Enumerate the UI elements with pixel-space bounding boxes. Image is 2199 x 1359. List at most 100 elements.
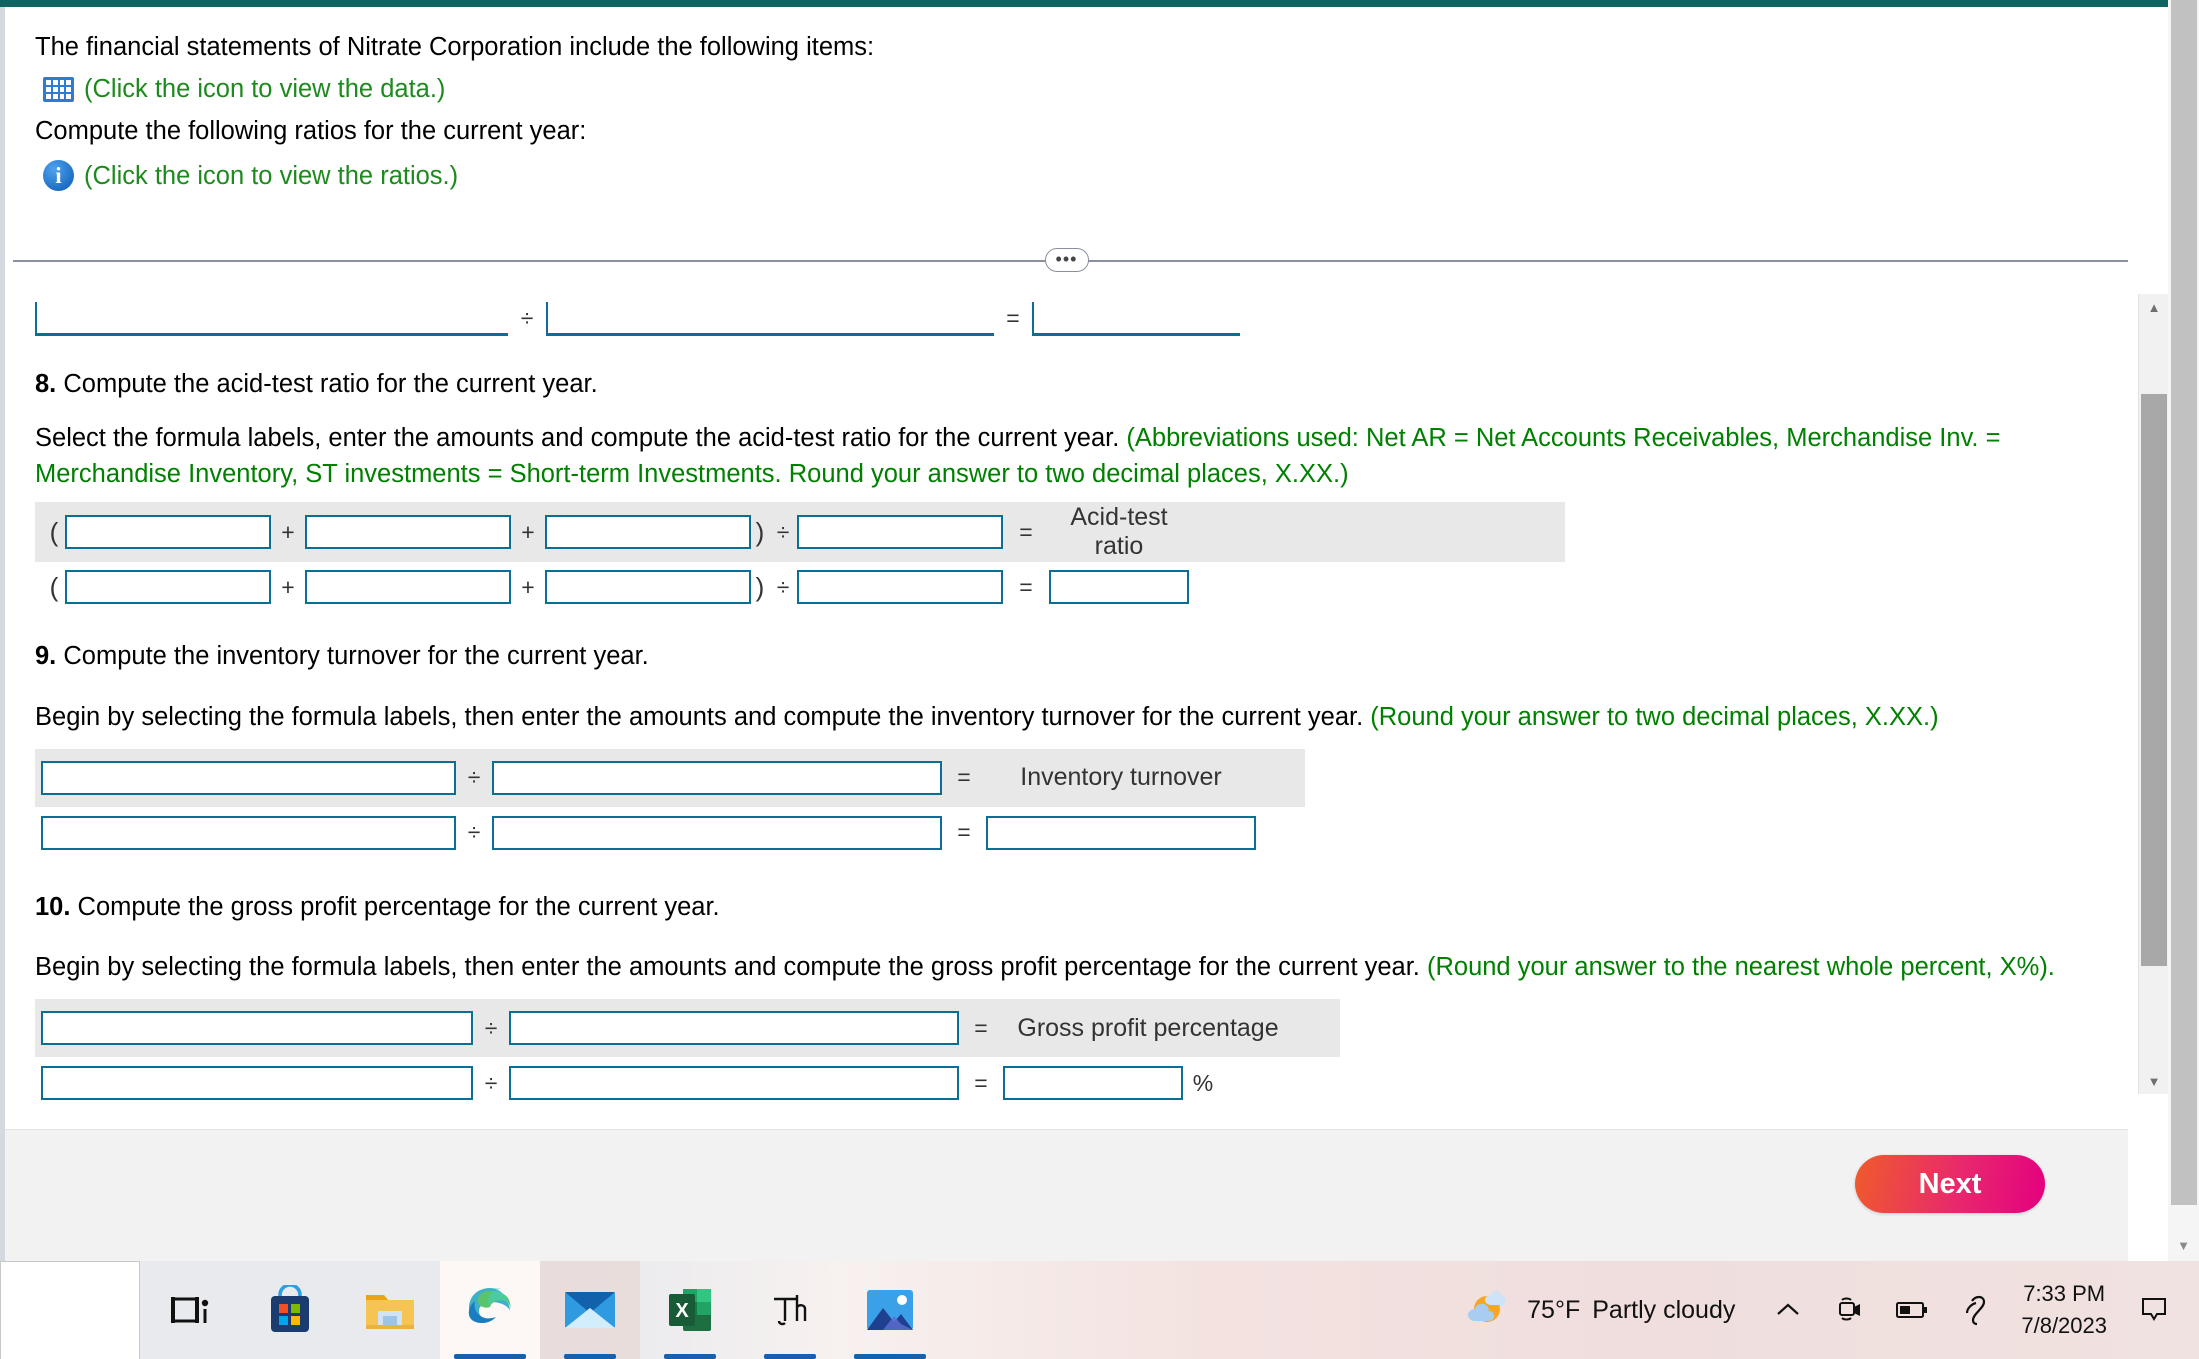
view-ratios-link[interactable]: (Click the icon to view the ratios.) <box>84 158 458 194</box>
taskbar-clock[interactable]: 7:33 PM 7/8/2023 <box>2005 1278 2123 1342</box>
q8-r1-field-4[interactable] <box>797 515 1003 550</box>
q8-r2-result-field[interactable] <box>1049 570 1189 605</box>
taskbar-item-thesaurus[interactable] <box>740 1261 840 1359</box>
operator-percent: % <box>1192 1069 1214 1096</box>
browser-scrollbar[interactable]: ▼ <box>2168 0 2199 1261</box>
operator-divide: ÷ <box>776 518 790 545</box>
weather-temperature: 75°F <box>1527 1295 1581 1324</box>
exercise-content: The financial statements of Nitrate Corp… <box>5 7 2128 1129</box>
operator-lparen: ( <box>49 571 59 602</box>
q8-r1-field-1[interactable] <box>65 515 271 550</box>
q8-r1-field-2[interactable] <box>305 515 511 550</box>
question-8-formula-row-1: ( + + ) ÷ = Acid-test ratio <box>35 502 1565 563</box>
info-circle-icon[interactable]: i <box>43 160 74 192</box>
camera-privacy-indicator[interactable] <box>1819 1295 1881 1325</box>
pen-menu-button[interactable] <box>1943 1293 2005 1327</box>
q8-r1-field-3[interactable] <box>545 515 751 550</box>
operator-divide: ÷ <box>467 819 481 846</box>
top-formula-field-2[interactable] <box>546 301 994 336</box>
gross-profit-percentage-label: Gross profit percentage <box>1017 1013 1279 1042</box>
q8-r2-field-3[interactable] <box>545 570 751 605</box>
notification-center-button[interactable] <box>2123 1295 2185 1325</box>
taskbar-item-microsoft-store[interactable] <box>240 1261 340 1359</box>
q9-r2-result-field[interactable] <box>986 815 1256 850</box>
pen-icon <box>1966 1295 1986 1326</box>
q9-r1-field-2[interactable] <box>492 760 942 795</box>
browser-scroll-down-arrow-icon[interactable]: ▼ <box>2168 1233 2199 1257</box>
q8-r2-field-1[interactable] <box>65 570 271 605</box>
excel-letter: X <box>675 1300 689 1322</box>
q8-r2-field-4[interactable] <box>797 570 1003 605</box>
thesaurus-icon <box>774 1295 807 1326</box>
scroll-up-arrow-icon[interactable]: ▲ <box>2139 294 2168 320</box>
q10-r2-field-2[interactable] <box>509 1066 959 1101</box>
q10-r1-field-2[interactable] <box>509 1011 959 1046</box>
operator-equals: = <box>957 819 971 846</box>
browser-scrollbar-thumb[interactable] <box>2171 0 2197 1205</box>
microsoft-store-icon <box>271 1285 309 1332</box>
question-9-formula-row-2: ÷ = <box>35 807 1305 859</box>
divider-handle[interactable]: ••• <box>1044 247 1089 272</box>
content-scrollbar-thumb[interactable] <box>2141 394 2167 966</box>
next-button[interactable]: Next <box>1855 1155 2045 1213</box>
operator-rparen: ) <box>755 516 765 547</box>
inventory-turnover-label: Inventory turnover <box>1020 763 1222 792</box>
q10-r2-field-1[interactable] <box>41 1066 473 1101</box>
taskbar-item-microsoft-edge[interactable] <box>440 1261 540 1359</box>
top-formula-field-3[interactable] <box>1032 301 1240 336</box>
operator-equals: = <box>1006 305 1020 332</box>
microsoft-edge-icon <box>468 1288 511 1323</box>
q9-r2-field-2[interactable] <box>492 815 942 850</box>
notification-icon <box>2142 1298 2166 1321</box>
windows-taskbar: X 75°F Partly cloudy 7:33 PM 7/8/2023 <box>0 1261 2199 1359</box>
operator-divide: ÷ <box>484 1069 498 1096</box>
weather-widget[interactable]: 75°F Partly cloudy <box>1443 1288 1757 1332</box>
battery-icon <box>1896 1302 1928 1318</box>
operator-plus-2: + <box>521 573 535 600</box>
taskbar-item-mail[interactable] <box>540 1261 640 1359</box>
grid-table-icon[interactable] <box>43 76 74 102</box>
question-8-title-text: Compute the acid-test ratio for the curr… <box>63 369 598 398</box>
q8-r2-field-2[interactable] <box>305 570 511 605</box>
operator-plus-1: + <box>281 573 295 600</box>
split-divider[interactable]: ••• <box>13 247 2128 274</box>
battery-status-icon-wrap[interactable] <box>1881 1300 1943 1320</box>
chevron-up-icon <box>1777 1303 1800 1315</box>
webcam-icon <box>1839 1297 1861 1321</box>
operator-equals: = <box>1019 518 1033 545</box>
question-8-title: 8. Compute the acid-test ratio for the c… <box>35 366 2098 402</box>
taskbar-item-task-view[interactable] <box>140 1261 240 1359</box>
content-scrollbar[interactable]: ▲ ▼ <box>2138 294 2168 1094</box>
scroll-down-arrow-icon[interactable]: ▼ <box>2139 1068 2168 1094</box>
taskbar-item-file-explorer[interactable] <box>340 1261 440 1359</box>
question-9-instruction-green: (Round your answer to two decimal places… <box>1370 702 1939 731</box>
partly-cloudy-icon <box>1468 1290 1507 1322</box>
browser-viewport: The financial statements of Nitrate Corp… <box>0 7 2168 1261</box>
exercise-footer: Next <box>5 1129 2128 1261</box>
question-9-instruction: Begin by selecting the formula labels, t… <box>35 699 2098 735</box>
ratios-icon-line[interactable]: i (Click the icon to view the ratios.) <box>43 158 2098 194</box>
top-formula-row: ÷ = <box>35 301 2098 336</box>
top-formula-field-1[interactable] <box>35 301 508 336</box>
view-data-link[interactable]: (Click the icon to view the data.) <box>84 71 445 107</box>
show-hidden-icons-button[interactable] <box>1757 1301 1819 1319</box>
acid-test-ratio-label-line1: Acid-test <box>1070 502 1168 531</box>
question-10-instruction-black: Begin by selecting the formula labels, t… <box>35 953 1427 982</box>
taskbar-item-excel[interactable]: X <box>640 1261 740 1359</box>
question-9-number: 9. <box>35 642 57 671</box>
photos-icon <box>867 1290 913 1330</box>
q9-r2-field-1[interactable] <box>41 815 456 850</box>
excel-icon: X <box>669 1289 711 1331</box>
app-top-bar <box>0 0 2168 7</box>
q9-r1-field-1[interactable] <box>41 760 456 795</box>
file-explorer-icon <box>366 1295 414 1329</box>
question-10-formula-row-1: ÷ = Gross profit percentage <box>35 999 1340 1058</box>
mail-icon <box>565 1292 615 1328</box>
data-icon-line[interactable]: (Click the icon to view the data.) <box>43 71 2098 107</box>
taskbar-item-photos[interactable] <box>840 1261 940 1359</box>
question-10-formula-row-2: ÷ = % <box>35 1057 1435 1109</box>
question-9-instruction-black: Begin by selecting the formula labels, t… <box>35 702 1371 731</box>
q10-r2-result-field[interactable] <box>1003 1066 1183 1101</box>
q10-r1-field-1[interactable] <box>41 1011 473 1046</box>
taskbar-search-box[interactable] <box>0 1261 140 1359</box>
